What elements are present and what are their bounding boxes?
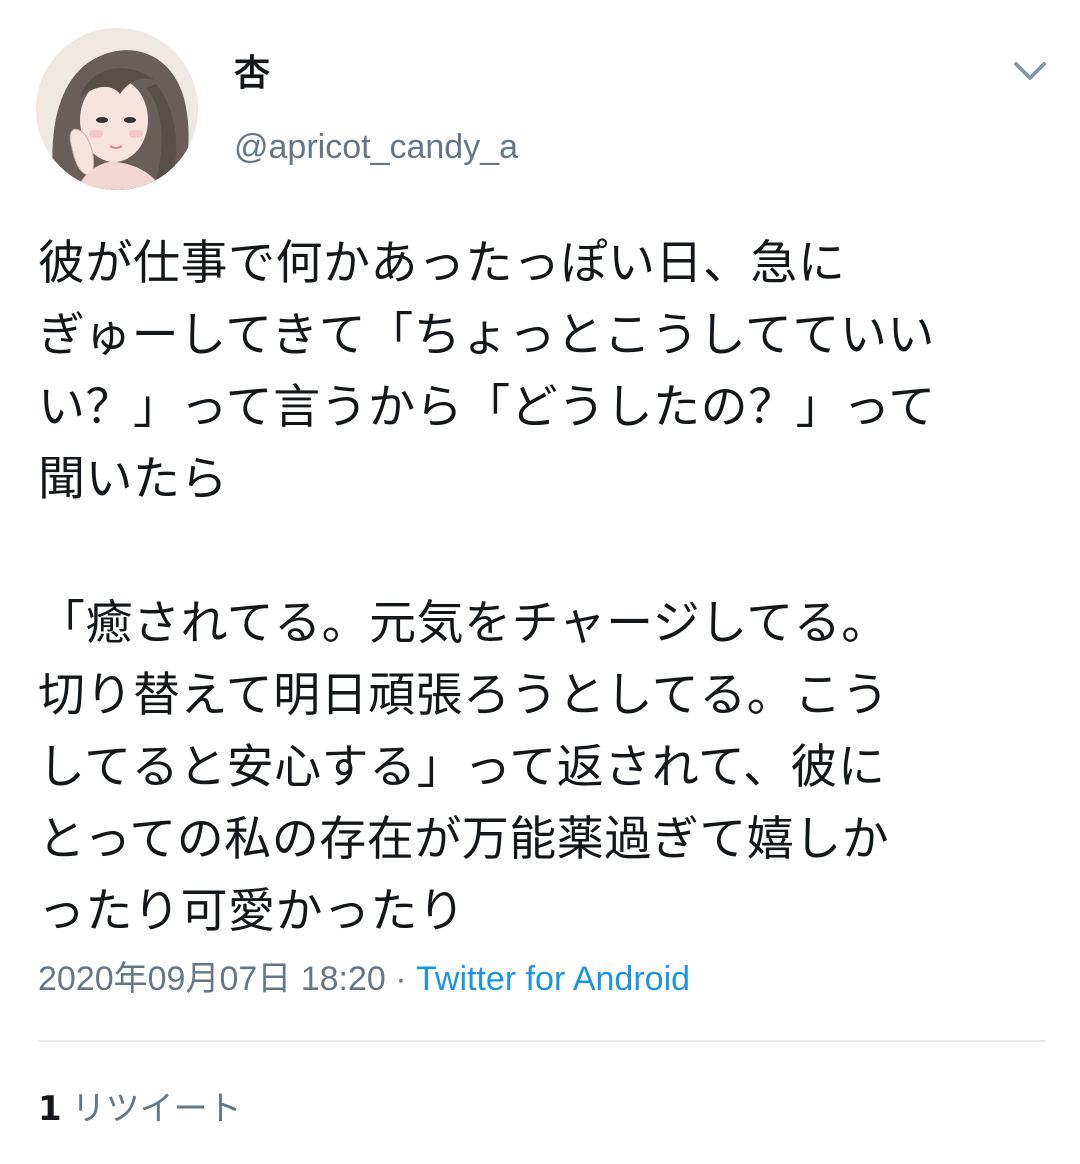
tweet-line: とっての私の存在が万能薬過ぎて嬉しか bbox=[38, 812, 890, 867]
paragraph-break bbox=[38, 516, 1048, 588]
tweet-line: 「癒されてる。元気をチャージしてる。 bbox=[38, 596, 889, 651]
divider bbox=[38, 1040, 1046, 1042]
tweet-meta: 2020年09月07日 18:20 · Twitter for Android bbox=[38, 954, 690, 1004]
display-name[interactable]: 杏 bbox=[234, 50, 270, 98]
user-handle[interactable]: @apricot_candy_a bbox=[234, 124, 518, 170]
tweet-line: 聞いたら bbox=[38, 452, 228, 507]
avatar[interactable] bbox=[36, 28, 198, 190]
retweet-count: 1 bbox=[38, 1089, 62, 1129]
tweet-line: ぎゅーしてきて「ちょっとこうしてていい bbox=[38, 308, 935, 363]
chevron-down-icon[interactable] bbox=[1006, 52, 1054, 92]
tweet-line: い？」って言うから「どうしたの？」って bbox=[38, 380, 936, 435]
tweet-paragraph-1: 彼が仕事で何かあったっぽい日、急に ぎゅーしてきて「ちょっとこうしてていい い？… bbox=[38, 228, 1048, 516]
tweet-text: 彼が仕事で何かあったっぽい日、急に ぎゅーしてきて「ちょっとこうしてていい い？… bbox=[38, 228, 1048, 948]
meta-separator: · bbox=[385, 960, 417, 998]
tweet-source-link[interactable]: Twitter for Android bbox=[416, 960, 690, 998]
tweet-line: してると安心する」って返されて、彼に bbox=[38, 740, 886, 795]
tweet-line: 彼が仕事で何かあったっぽい日、急に bbox=[38, 236, 846, 291]
tweet-detail: 杏 @apricot_candy_a 彼が仕事で何かあったっぽい日、急に ぎゅー… bbox=[0, 0, 1080, 1164]
tweet-line: 切り替えて明日頑張ろうとしてる。こう bbox=[38, 668, 890, 723]
tweet-timestamp[interactable]: 2020年09月07日 18:20 bbox=[38, 960, 386, 998]
tweet-paragraph-2: 「癒されてる。元気をチャージしてる。 切り替えて明日頑張ろうとしてる。こう して… bbox=[38, 588, 1048, 948]
tweet-line: ったり可愛かったり bbox=[38, 884, 466, 939]
profile-illustration-avatar bbox=[36, 28, 198, 190]
retweet-stats[interactable]: 1 リツイート bbox=[38, 1084, 242, 1134]
retweet-label: リツイート bbox=[71, 1089, 242, 1129]
